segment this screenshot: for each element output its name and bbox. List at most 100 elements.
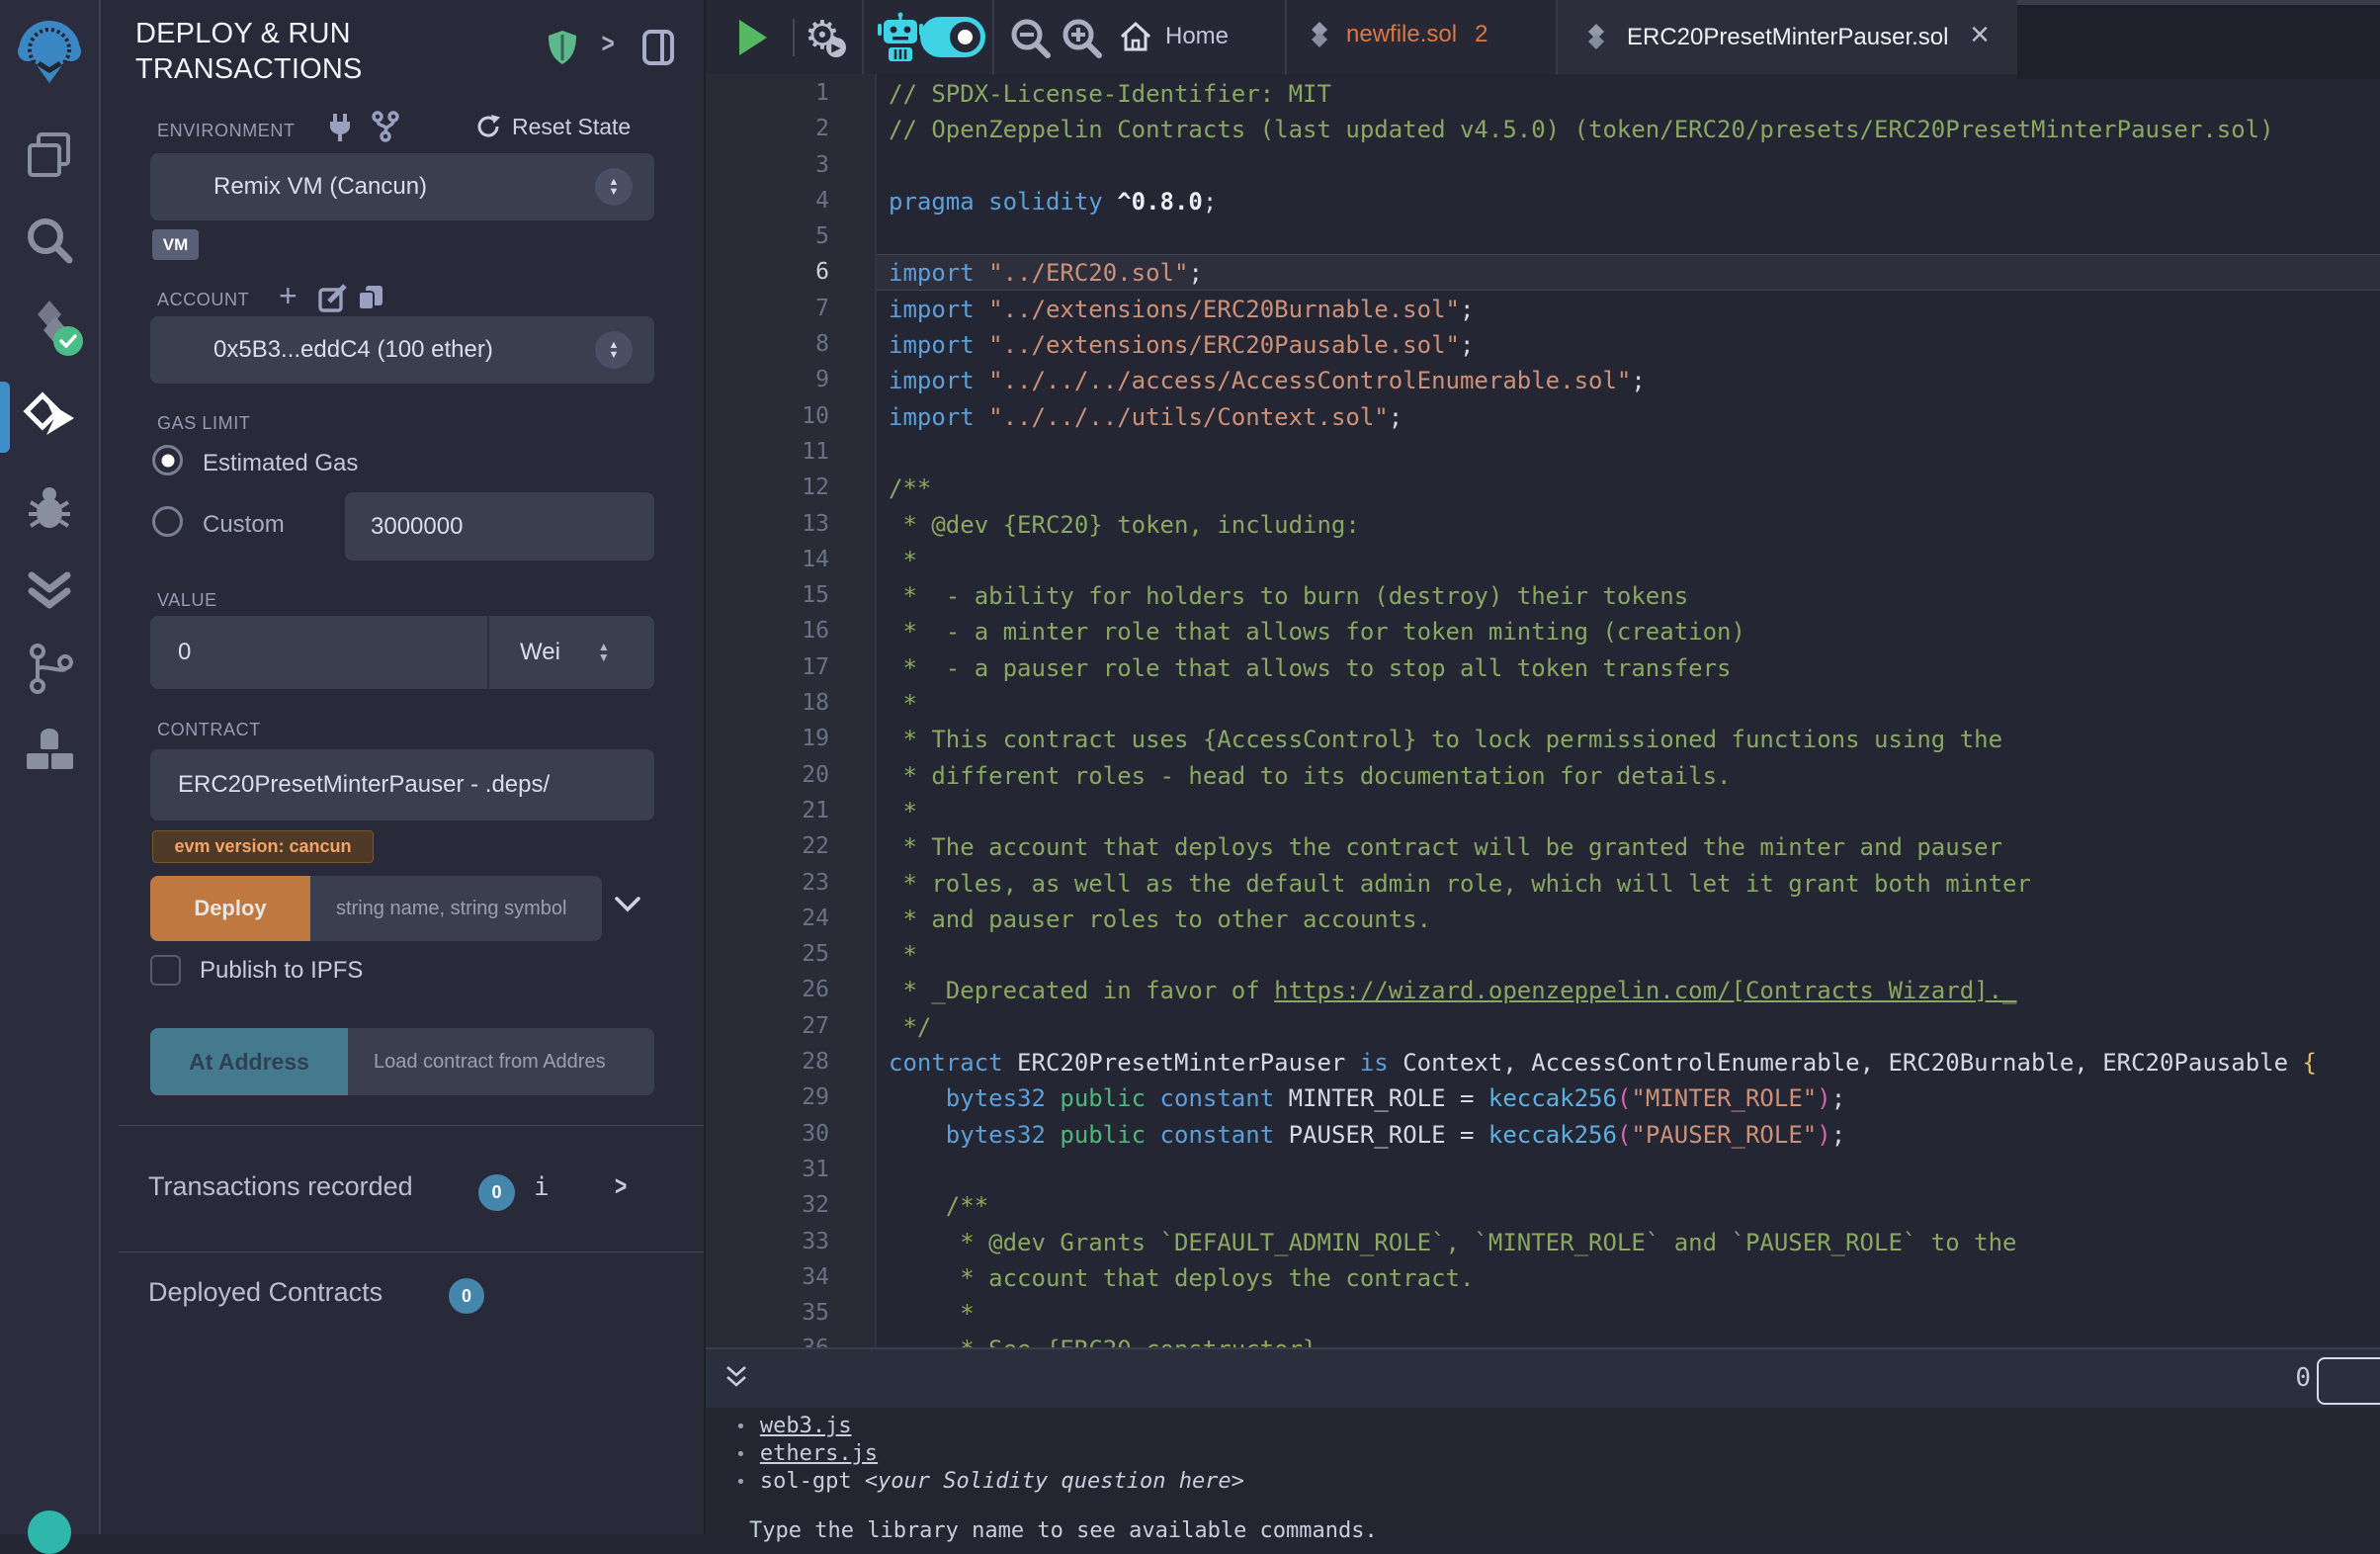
publish-ipfs-checkbox[interactable] [150, 955, 181, 986]
value-unit-select[interactable]: Wei [489, 639, 560, 666]
code-line[interactable]: * - ability for holders to burn (destroy… [877, 577, 2380, 613]
value-input[interactable]: 0 [150, 639, 487, 666]
code-line[interactable]: * account that deploys the contract. [877, 1259, 2380, 1295]
expand-terminal-icon[interactable] [722, 1363, 751, 1393]
ai-copilot-robot-icon[interactable] [876, 12, 925, 63]
web3js-link[interactable]: web3.js [760, 1414, 852, 1438]
deploy-button[interactable]: Deploy [150, 876, 310, 941]
solidity-compiler-icon[interactable] [0, 293, 99, 352]
code-line[interactable]: * [877, 936, 2380, 972]
code-line[interactable] [877, 147, 2380, 183]
unit-stepper-icon[interactable]: ▲▼ [598, 642, 610, 663]
code-line[interactable]: * _Deprecated in favor of https://wizard… [877, 972, 2380, 1007]
constructor-args-input[interactable]: string name, string symbol [310, 876, 602, 941]
run-script-icon[interactable] [735, 18, 769, 57]
code-line[interactable]: * and pauser roles to other accounts. [877, 901, 2380, 936]
line-number: 1 [706, 75, 875, 111]
code-line[interactable]: import "../ERC20.sol"; [877, 254, 2380, 290]
at-address-button[interactable]: At Address [150, 1028, 348, 1095]
file-explorer-icon[interactable] [0, 127, 99, 184]
code-line[interactable]: import "../../../utils/Context.sol"; [877, 398, 2380, 434]
custom-gas-radio[interactable] [152, 506, 183, 537]
code-line[interactable]: /** [877, 1187, 2380, 1223]
code-line[interactable]: // SPDX-License-Identifier: MIT [877, 75, 2380, 111]
contract-select[interactable]: ERC20PresetMinterPauser - .deps/ [150, 749, 654, 820]
zoom-in-icon[interactable] [1060, 16, 1105, 61]
code-line[interactable]: * [877, 1295, 2380, 1331]
code-editor[interactable]: 1234567891011121314151617181920212223242… [706, 74, 2380, 1347]
plugin-manager-icon[interactable] [0, 724, 99, 777]
tab-home[interactable]: Home [1119, 20, 1229, 53]
code-line[interactable]: import "../extensions/ERC20Burnable.sol"… [877, 291, 2380, 326]
vm-badge: VM [152, 229, 199, 260]
value-label: VALUE [157, 590, 217, 611]
remix-ide: { "panel": { "title": "DEPLOY & RUN TRAN… [0, 0, 2380, 1534]
copy-account-icon[interactable] [356, 283, 385, 312]
solidity-file-icon [1307, 20, 1332, 49]
search-icon[interactable] [0, 213, 99, 268]
terminal-search-input[interactable] [2317, 1357, 2380, 1405]
code-line[interactable]: * @dev Grants `DEFAULT_ADMIN_ROLE`, `MIN… [877, 1224, 2380, 1259]
line-number: 33 [706, 1224, 875, 1259]
code-line[interactable] [877, 218, 2380, 254]
reset-state-button[interactable]: Reset State [474, 113, 631, 140]
tab-newfile[interactable]: newfile.sol 2 [1307, 20, 1488, 49]
code-line[interactable]: * @dev {ERC20} token, including: [877, 506, 2380, 542]
at-address-input[interactable]: Load contract from Addres [348, 1028, 654, 1095]
code-line[interactable]: * [877, 542, 2380, 577]
remix-logo-icon[interactable] [0, 14, 99, 83]
code-line[interactable]: // OpenZeppelin Contracts (last updated … [877, 111, 2380, 146]
transactions-recorded-label: Transactions recorded [148, 1171, 413, 1202]
terminal-output[interactable]: •web3.js •ethers.js •sol-gpt <your Solid… [706, 1408, 2380, 1534]
code-line[interactable]: * This contract uses {AccessControl} to … [877, 721, 2380, 756]
estimated-gas-radio[interactable] [152, 445, 183, 475]
code-line[interactable]: bytes32 public constant PAUSER_ROLE = ke… [877, 1116, 2380, 1152]
code-line[interactable]: * [877, 793, 2380, 828]
edit-account-icon[interactable] [318, 283, 348, 312]
line-number: 16 [706, 613, 875, 648]
plug-icon[interactable] [326, 113, 354, 142]
code-line[interactable]: import "../../../access/AccessControlEnu… [877, 362, 2380, 397]
code-line[interactable]: * - a minter role that allows for token … [877, 613, 2380, 648]
code-line[interactable]: pragma solidity ^0.8.0; [877, 183, 2380, 218]
code-line[interactable]: */ [877, 1008, 2380, 1044]
expand-constructor-icon[interactable] [613, 895, 642, 914]
line-number: 9 [706, 362, 875, 397]
code-line[interactable]: * - a pauser role that allows to stop al… [877, 649, 2380, 685]
code-line[interactable]: bytes32 public constant MINTER_ROLE = ke… [877, 1079, 2380, 1115]
debugger-icon[interactable] [0, 480, 99, 538]
settings-icon[interactable] [28, 1511, 71, 1554]
code-line[interactable]: /** [877, 470, 2380, 505]
collapse-chevron-icon[interactable]: > [602, 28, 615, 59]
transactions-expand-chevron-icon[interactable]: > [615, 1170, 627, 1202]
code-line[interactable]: contract ERC20PresetMinterPauser is Cont… [877, 1044, 2380, 1079]
close-tab-icon[interactable]: × [1970, 16, 1990, 54]
custom-gas-input[interactable]: 3000000 [345, 492, 654, 561]
code-line[interactable] [877, 434, 2380, 470]
line-number: 22 [706, 828, 875, 864]
ethersjs-link[interactable]: ethers.js [760, 1441, 878, 1466]
line-number: 28 [706, 1044, 875, 1079]
code-line[interactable]: * roles, as well as the default admin ro… [877, 865, 2380, 901]
code-line[interactable] [877, 1152, 2380, 1187]
code-line[interactable]: * [877, 685, 2380, 721]
pin-panel-icon[interactable] [642, 30, 674, 65]
git-icon[interactable] [0, 641, 99, 696]
tab-active-file[interactable]: ERC20PresetMinterPauser.sol × [1556, 0, 2019, 74]
environment-select[interactable]: Remix VM (Cancun) ▲▼ [150, 153, 654, 220]
info-icon[interactable]: i [534, 1172, 550, 1202]
line-number: 8 [706, 326, 875, 362]
terminal-footer-hint: Type the library name to see available c… [749, 1518, 1378, 1543]
account-select[interactable]: 0x5B3...eddC4 (100 ether) ▲▼ [150, 316, 654, 384]
code-line[interactable]: * The account that deploys the contract … [877, 828, 2380, 864]
code-line[interactable]: * different roles - head to its document… [877, 757, 2380, 793]
add-account-icon[interactable]: + [279, 278, 298, 314]
copilot-toggle[interactable] [920, 17, 985, 57]
code-line[interactable]: * See {ERC20-constructor}. [877, 1331, 2380, 1347]
deploy-run-icon[interactable] [0, 388, 99, 449]
code-line[interactable]: import "../extensions/ERC20Pausable.sol"… [877, 326, 2380, 362]
unit-testing-icon[interactable] [0, 561, 99, 615]
script-config-gear-icon[interactable]: ⚙▶ [805, 12, 840, 59]
fork-icon[interactable] [370, 111, 401, 142]
zoom-out-icon[interactable] [1008, 16, 1054, 61]
